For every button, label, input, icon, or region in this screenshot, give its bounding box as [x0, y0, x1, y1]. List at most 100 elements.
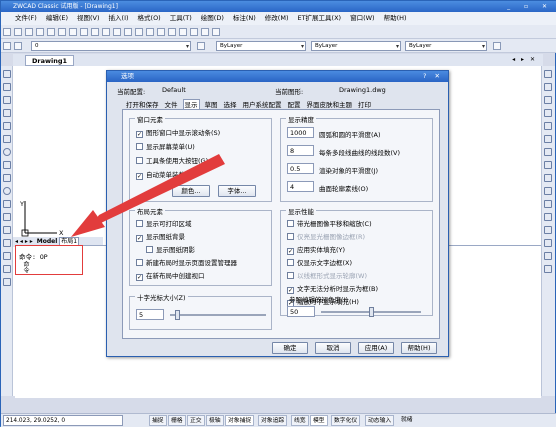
chamfer-icon[interactable] [544, 239, 552, 247]
help-button[interactable]: 帮助(H) [401, 342, 437, 354]
xline-icon[interactable] [3, 83, 11, 91]
raster-pan-zoom-checkbox[interactable]: 带光栅图像平移和缩放(C) [287, 220, 372, 229]
move-icon[interactable] [544, 135, 552, 143]
solid-fill-checkbox[interactable]: ✓ 应用实体填充(Y) [287, 246, 345, 255]
properties-icon[interactable] [168, 28, 176, 36]
menu-file[interactable]: 文件(F) [15, 14, 37, 22]
menu-draw[interactable]: 绘图(D) [201, 14, 224, 22]
paper-shadow-checkbox[interactable]: 显示图纸阴影 [146, 246, 195, 255]
model-tab[interactable]: Model [37, 238, 58, 245]
plot-style-icon[interactable] [493, 42, 501, 50]
paste-icon[interactable] [80, 28, 88, 36]
tool-palette-icon[interactable] [190, 28, 198, 36]
make-current-layer-icon[interactable] [197, 42, 205, 50]
polyline-segments-input[interactable]: 8 [287, 145, 314, 156]
arc-smoothness-input[interactable]: 1000 [287, 127, 314, 138]
zoom-previous-icon[interactable] [157, 28, 165, 36]
doc-tab-controls[interactable]: ◂ ▸ ✕ [512, 54, 537, 66]
zoom-icon[interactable] [135, 28, 143, 36]
hatch-icon[interactable] [3, 239, 11, 247]
match-properties-icon[interactable] [91, 28, 99, 36]
calculator-icon[interactable] [201, 28, 209, 36]
contour-lines-input[interactable]: 4 [287, 181, 314, 192]
cut-icon[interactable] [58, 28, 66, 36]
menu-edit[interactable]: 编辑(E) [46, 14, 68, 22]
menu-insert[interactable]: 插入(I) [109, 14, 129, 22]
rectangle-icon[interactable] [3, 122, 11, 130]
auto-menu-load-checkbox[interactable]: ✓ 自动菜单装载(E) [136, 171, 194, 180]
layer-combo[interactable]: 0 [31, 41, 191, 51]
help-icon[interactable] [212, 28, 220, 36]
menu-window[interactable]: 窗口(W) [350, 14, 375, 22]
cloud-icon[interactable] [3, 161, 11, 169]
copy-icon[interactable] [69, 28, 77, 36]
join-icon[interactable] [544, 226, 552, 234]
slider-thumb[interactable] [369, 307, 374, 317]
slider-thumb[interactable] [175, 310, 180, 320]
line-icon[interactable] [3, 70, 11, 78]
ortho-toggle[interactable]: 正交 [187, 415, 205, 426]
explode-icon[interactable] [544, 265, 552, 273]
mtext-icon[interactable] [3, 278, 11, 286]
erase-icon[interactable] [544, 70, 552, 78]
screen-menu-checkbox[interactable]: 显示屏幕菜单(U) [136, 143, 195, 152]
polyline-icon[interactable] [3, 96, 11, 104]
large-buttons-checkbox[interactable]: 工具条使用大按钮(G) [136, 157, 208, 166]
design-center-icon[interactable] [179, 28, 187, 36]
insert-block-icon[interactable] [3, 200, 11, 208]
otrack-toggle[interactable]: 对象追踪 [258, 415, 288, 426]
snap-toggle[interactable]: 捕捉 [149, 415, 167, 426]
window-controls[interactable]: _ ▫ ✕ [507, 1, 553, 12]
offset-icon[interactable] [544, 109, 552, 117]
menu-modify[interactable]: 修改(M) [265, 14, 289, 22]
menu-format[interactable]: 格式(O) [138, 14, 161, 22]
arc-icon[interactable] [3, 135, 11, 143]
layout-nav-arrows[interactable]: ◂ ◂ ▸ ▸ [15, 238, 33, 245]
region-icon[interactable] [3, 252, 11, 260]
copy-object-icon[interactable] [544, 83, 552, 91]
array-icon[interactable] [544, 122, 552, 130]
osnap-toggle[interactable]: 对象捕捉 [225, 415, 255, 426]
dialog-controls[interactable]: ? ✕ [423, 71, 443, 82]
color-button[interactable]: 颜色... [172, 185, 210, 197]
crosshair-size-slider[interactable] [170, 310, 266, 320]
undo-icon[interactable] [102, 28, 110, 36]
render-smoothness-input[interactable]: 0.5 [287, 163, 314, 174]
pan-icon[interactable] [124, 28, 132, 36]
model-toggle[interactable]: 模型 [310, 415, 328, 426]
printable-area-checkbox[interactable]: 显示可打印区域 [136, 220, 192, 229]
new-icon[interactable] [3, 28, 11, 36]
page-setup-manager-checkbox[interactable]: 新建布局时显示页面设置管理器 [136, 259, 237, 268]
circle-icon[interactable] [3, 148, 11, 156]
ok-button[interactable]: 确定 [272, 342, 308, 354]
print-icon[interactable] [36, 28, 44, 36]
mirror-icon[interactable] [544, 96, 552, 104]
tablet-toggle[interactable]: 数字化仪 [331, 415, 361, 426]
apply-button[interactable]: 应用(A) [358, 342, 394, 354]
save-icon[interactable] [25, 28, 33, 36]
lineweight-combo[interactable]: ByLayer [405, 41, 487, 51]
font-button[interactable]: 字体... [218, 185, 256, 197]
drawing-tab[interactable]: Drawing1 [25, 55, 75, 66]
trim-icon[interactable] [544, 187, 552, 195]
redo-icon[interactable] [113, 28, 121, 36]
dynamic-input-toggle[interactable]: 动态输入 [365, 415, 395, 426]
paper-background-checkbox[interactable]: ✓ 显示图纸背景 [136, 233, 185, 242]
create-viewport-checkbox[interactable]: ✓ 在新布局中创建视口 [136, 272, 205, 281]
preview-icon[interactable] [47, 28, 55, 36]
open-icon[interactable] [14, 28, 22, 36]
spline-icon[interactable] [3, 174, 11, 182]
menu-tools[interactable]: 工具(T) [170, 14, 192, 22]
scale-icon[interactable] [544, 161, 552, 169]
xref-fade-input[interactable]: 50 [287, 306, 315, 317]
grid-toggle[interactable]: 栅格 [168, 415, 186, 426]
menu-et-tools[interactable]: ET扩展工具(X) [297, 14, 341, 22]
text-frame-checkbox[interactable]: 仅显示文字边框(X) [287, 259, 352, 268]
crosshair-size-input[interactable]: 5 [136, 309, 164, 320]
table-icon[interactable] [3, 265, 11, 273]
point-icon[interactable] [3, 226, 11, 234]
zoom-window-icon[interactable] [146, 28, 154, 36]
color-combo[interactable]: ByLayer [216, 41, 306, 51]
polygon-icon[interactable] [3, 109, 11, 117]
text-as-box-checkbox[interactable]: ✓ 文字无法分析时显示为框(B) [287, 285, 378, 294]
